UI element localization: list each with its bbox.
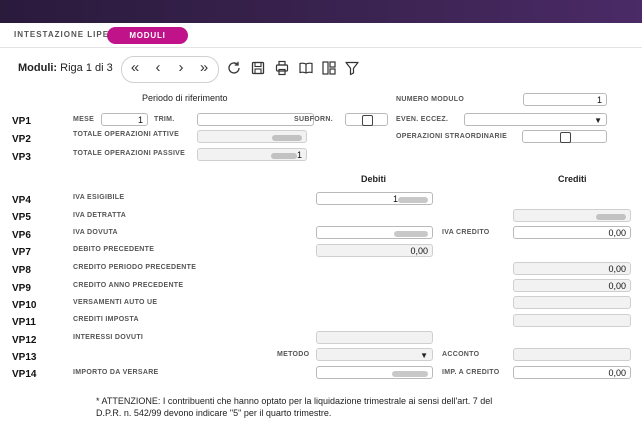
last-record-icon[interactable]: » [195, 60, 213, 78]
code-vp1: VP1 [12, 116, 31, 127]
tot-attive-field [197, 130, 307, 143]
tab-intestazione-lipe[interactable]: INTESTAZIONE LIPE [14, 30, 109, 39]
op-straordinarie-field[interactable] [522, 130, 607, 143]
credito-anno-precedente-label: CREDITO ANNO PRECEDENTE [73, 282, 184, 289]
code-vp3: VP3 [12, 152, 31, 163]
imp-a-credito-label: IMP. A CREDITO [442, 369, 500, 376]
mese-input[interactable]: 1 [101, 113, 148, 126]
attention-note: * ATTENZIONE: I contribuenti che hanno o… [96, 396, 493, 418]
even-eccez-label: EVEN. ECCEZ. [396, 116, 449, 123]
first-record-icon[interactable]: « [126, 60, 144, 78]
filter-icon[interactable] [344, 60, 360, 76]
tab-moduli[interactable]: MODULI [107, 27, 188, 44]
crediti-header: Crediti [558, 174, 587, 184]
redacted-value [596, 213, 626, 220]
debito-precedente-field: 0,00 [316, 244, 433, 257]
code-vp4: VP4 [12, 195, 31, 206]
prev-record-icon[interactable]: ‹ [149, 60, 167, 78]
chevron-down-icon: ▼ [420, 351, 428, 360]
tab-bar: INTESTAZIONE LIPE MODULI [0, 23, 642, 48]
code-vp11: VP11 [12, 317, 36, 328]
save-icon[interactable] [250, 60, 266, 76]
code-vp2: VP2 [12, 134, 31, 145]
iva-credito-input[interactable]: 0,00 [513, 226, 631, 239]
credito-periodo-precedente-label: CREDITO PERIODO PRECEDENTE [73, 264, 197, 271]
tot-passive-label: TOTALE OPERAZIONI PASSIVE [73, 150, 186, 157]
code-vp7: VP7 [12, 247, 31, 258]
credito-anno-precedente-field: 0,00 [513, 279, 631, 292]
iva-esigibile-label: IVA ESIGIBILE [73, 194, 125, 201]
record-position: Riga 1 di 3 [60, 62, 113, 74]
even-eccez-select[interactable]: ▼ [464, 113, 607, 126]
code-vp14: VP14 [12, 369, 37, 380]
op-straordinarie-label: OPERAZIONI STRAORDINARIE [396, 133, 508, 140]
importo-da-versare-label: IMPORTO DA VERSARE [73, 369, 159, 376]
code-vp13: VP13 [12, 352, 37, 363]
book-icon[interactable] [298, 60, 314, 76]
versamenti-auto-ue-field [513, 296, 631, 309]
record-navigation: « ‹ › » [121, 56, 219, 83]
subforn-field[interactable] [345, 113, 388, 126]
tot-passive-suffix: 1 [296, 150, 302, 160]
numero-modulo-label: NUMERO MODULO [396, 96, 465, 103]
code-vp9: VP9 [12, 283, 31, 294]
redacted-value [392, 370, 428, 377]
numero-modulo-input[interactable]: 1 [523, 93, 607, 106]
crediti-imposta-label: CREDITI IMPOSTA [73, 316, 139, 323]
redacted-value [270, 152, 297, 159]
top-bar [0, 0, 642, 23]
metodo-label: METODO [277, 351, 310, 358]
mese-label: MESE [73, 116, 95, 123]
layout-icon[interactable] [321, 60, 337, 76]
importo-da-versare-field[interactable] [316, 366, 433, 379]
next-record-icon[interactable]: › [172, 60, 190, 78]
code-vp8: VP8 [12, 265, 31, 276]
debito-precedente-label: DEBITO PRECEDENTE [73, 246, 155, 253]
credito-periodo-precedente-field: 0,00 [513, 262, 631, 275]
tot-passive-field: 1 [197, 148, 307, 161]
code-vp5: VP5 [12, 212, 31, 223]
debiti-header: Debiti [361, 174, 387, 184]
crediti-imposta-field [513, 314, 631, 327]
interessi-dovuti-field [316, 331, 433, 344]
versamenti-auto-ue-label: VERSAMENTI AUTO UE [73, 299, 158, 306]
code-vp12: VP12 [12, 335, 37, 346]
iva-dovuta-label: IVA DOVUTA [73, 229, 118, 236]
code-vp10: VP10 [12, 300, 37, 311]
redacted-value [398, 196, 428, 203]
iva-credito-label: IVA CREDITO [442, 229, 490, 236]
periodo-heading: Periodo di riferimento [142, 93, 228, 103]
op-straordinarie-checkbox[interactable] [560, 132, 571, 143]
iva-detratta-label: IVA DETRATTA [73, 212, 127, 219]
chevron-down-icon: ▼ [594, 116, 602, 125]
iva-dovuta-field[interactable] [316, 226, 433, 239]
trim-label: TRIM. [154, 116, 175, 123]
record-indicator: Moduli: Riga 1 di 3 [18, 62, 113, 74]
imp-a-credito-input[interactable]: 0,00 [513, 366, 631, 379]
tot-attive-label: TOTALE OPERAZIONI ATTIVE [73, 131, 180, 138]
redacted-value [394, 230, 428, 237]
iva-esigibile-input[interactable]: 1 [316, 192, 433, 205]
refresh-icon[interactable] [226, 60, 242, 76]
redacted-value [272, 134, 302, 141]
acconto-field [513, 348, 631, 361]
metodo-select[interactable]: ▼ [316, 348, 433, 361]
toolbar-title: Moduli: [18, 62, 58, 74]
subforn-checkbox[interactable] [362, 115, 373, 126]
code-vp6: VP6 [12, 230, 31, 241]
interessi-dovuti-label: INTERESSI DOVUTI [73, 334, 144, 341]
print-icon[interactable] [274, 60, 290, 76]
acconto-label: ACCONTO [442, 351, 480, 358]
iva-detratta-field [513, 209, 631, 222]
subforn-label: SUBFORN. [294, 116, 333, 123]
